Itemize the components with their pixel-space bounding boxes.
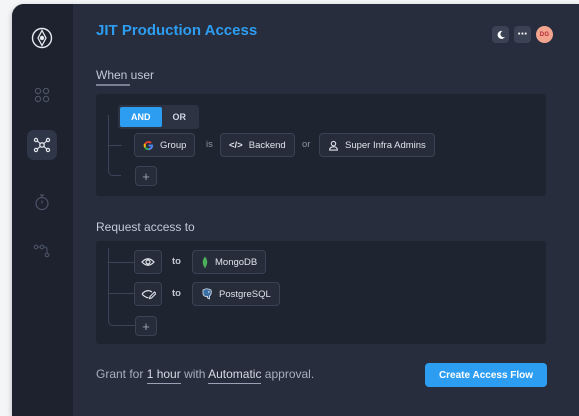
mongodb-leaf-icon [202, 255, 208, 269]
tree-branch [108, 262, 134, 263]
more-options-button[interactable]: ⋯ [514, 26, 531, 43]
approval-selector[interactable]: Automatic [208, 367, 262, 384]
postgresql-label: PostgreSQL [219, 288, 271, 300]
add-resource-button[interactable]: + [135, 316, 157, 336]
to-label: to [172, 256, 181, 267]
postgresql-chip[interactable]: PostgreSQL [192, 282, 280, 306]
request-access-label-text: Request access to [96, 220, 195, 234]
approval-suffix: approval. [264, 367, 315, 381]
with-label: with [184, 367, 206, 381]
create-access-flow-button[interactable]: Create Access Flow [425, 363, 547, 387]
backend-chip[interactable]: </> Backend [220, 133, 295, 157]
grant-prefix: Grant for [96, 367, 144, 381]
when-user-label: When user [96, 68, 155, 86]
tree-line [108, 248, 135, 326]
backend-label: Backend [248, 139, 286, 151]
theme-toggle-button[interactable] [492, 26, 509, 43]
request-access-label: Request access to [96, 220, 195, 237]
group-label: Group [160, 139, 187, 151]
timer-icon[interactable] [27, 187, 57, 217]
tree-branch [108, 293, 134, 294]
header-actions: ⋯ DG [492, 26, 553, 43]
moon-icon [497, 30, 505, 39]
sidebar [12, 4, 73, 416]
google-icon [143, 140, 154, 150]
when-user-panel: AND OR Group is </> Backend or Super Inf… [96, 94, 546, 196]
app-window: JIT Production Access ⋯ DG When user AND… [12, 4, 579, 416]
user-icon [329, 140, 338, 151]
is-label: is [206, 139, 213, 150]
request-access-panel: to MongoDB to PostgreSQL + [96, 241, 546, 344]
mongodb-label: MongoDB [215, 256, 258, 268]
edit-permission-chip[interactable] [134, 282, 162, 306]
operator-and[interactable]: AND [120, 107, 162, 127]
code-icon: </> [229, 139, 243, 151]
network-icon[interactable] [27, 130, 57, 160]
eye-icon [141, 258, 155, 266]
mongodb-chip[interactable]: MongoDB [192, 250, 267, 274]
group-provider-chip[interactable]: Group [134, 133, 196, 157]
logo-icon[interactable] [27, 23, 57, 53]
flow-icon[interactable] [27, 236, 57, 266]
operator-or[interactable]: OR [162, 107, 198, 127]
super-infra-admins-chip[interactable]: Super Infra Admins [319, 133, 435, 157]
postgresql-elephant-icon [202, 288, 212, 300]
edit-eye-icon [141, 290, 156, 300]
apps-icon[interactable] [27, 80, 57, 110]
main-content: JIT Production Access ⋯ DG When user AND… [73, 4, 579, 416]
to-label: to [172, 288, 181, 299]
grant-summary: Grant for 1 hour with Automatic approval… [96, 367, 315, 384]
view-permission-chip[interactable] [134, 250, 162, 274]
more-icon: ⋯ [517, 29, 528, 40]
or-label: or [302, 139, 311, 150]
add-condition-button[interactable]: + [135, 166, 157, 186]
when-user-label-text: When user [96, 68, 155, 82]
page-title: JIT Production Access [96, 22, 258, 39]
tree-branch [108, 145, 122, 146]
avatar[interactable]: DG [536, 26, 553, 43]
when-user-underline [96, 84, 130, 86]
super-infra-admins-label: Super Infra Admins [345, 139, 426, 151]
operator-toggle[interactable]: AND OR [118, 105, 199, 129]
duration-selector[interactable]: 1 hour [146, 367, 181, 384]
